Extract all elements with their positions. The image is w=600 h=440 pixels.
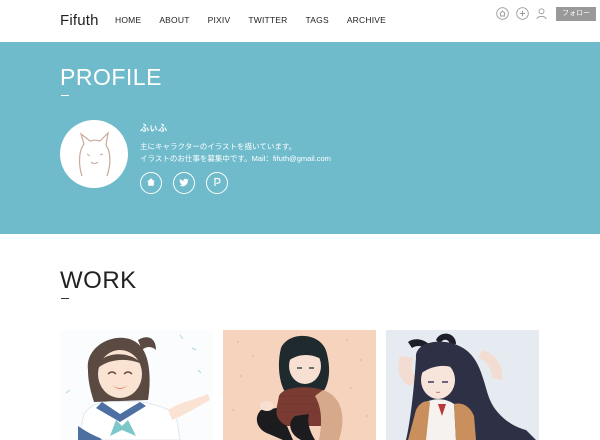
profile-heading: PROFILE bbox=[60, 64, 162, 90]
social-home-button[interactable] bbox=[140, 172, 162, 194]
avatar bbox=[60, 120, 128, 188]
plus-circle-icon[interactable] bbox=[516, 7, 529, 20]
work-item-bunny-ears-girl[interactable] bbox=[386, 330, 539, 440]
work-item-sailor-uniform-girl[interactable] bbox=[60, 330, 213, 440]
profile-description-line-2: イラストのお仕事を募集中です。Mail：fifuth@gmail.com bbox=[140, 154, 331, 163]
pixiv-icon bbox=[212, 177, 222, 189]
site-logo[interactable]: Fifuth bbox=[60, 12, 99, 29]
nav-home[interactable]: HOME bbox=[115, 15, 141, 25]
nav-pixiv[interactable]: PIXIV bbox=[208, 15, 231, 25]
nav-about[interactable]: ABOUT bbox=[159, 15, 189, 25]
social-twitter-button[interactable] bbox=[173, 172, 195, 194]
nav-twitter[interactable]: TWITTER bbox=[248, 15, 287, 25]
heading-underline bbox=[61, 298, 69, 299]
home-icon bbox=[146, 177, 156, 189]
nav-archive[interactable]: ARCHIVE bbox=[347, 15, 386, 25]
site-header: Fifuth HOME ABOUT PIXIV TWITTER TAGS ARC… bbox=[0, 0, 600, 42]
work-item-girl-in-sweater[interactable] bbox=[223, 330, 376, 440]
main-nav: HOME ABOUT PIXIV TWITTER TAGS ARCHIVE bbox=[115, 15, 404, 25]
follow-button[interactable]: フォロー bbox=[556, 7, 596, 21]
profile-section: PROFILE ふぃふ 主にキャラクターのイラストを描いています。 イラストのお… bbox=[0, 42, 600, 234]
work-heading: WORK bbox=[60, 267, 137, 294]
heading-underline bbox=[61, 95, 69, 96]
profile-description-line-1: 主にキャラクターのイラストを描いています。 bbox=[140, 142, 297, 151]
user-icon[interactable] bbox=[535, 7, 548, 20]
twitter-icon bbox=[179, 177, 189, 189]
profile-name: ふぃふ bbox=[140, 123, 168, 133]
social-pixiv-button[interactable] bbox=[206, 172, 228, 194]
home-icon[interactable] bbox=[496, 7, 509, 20]
nav-tags[interactable]: TAGS bbox=[306, 15, 329, 25]
